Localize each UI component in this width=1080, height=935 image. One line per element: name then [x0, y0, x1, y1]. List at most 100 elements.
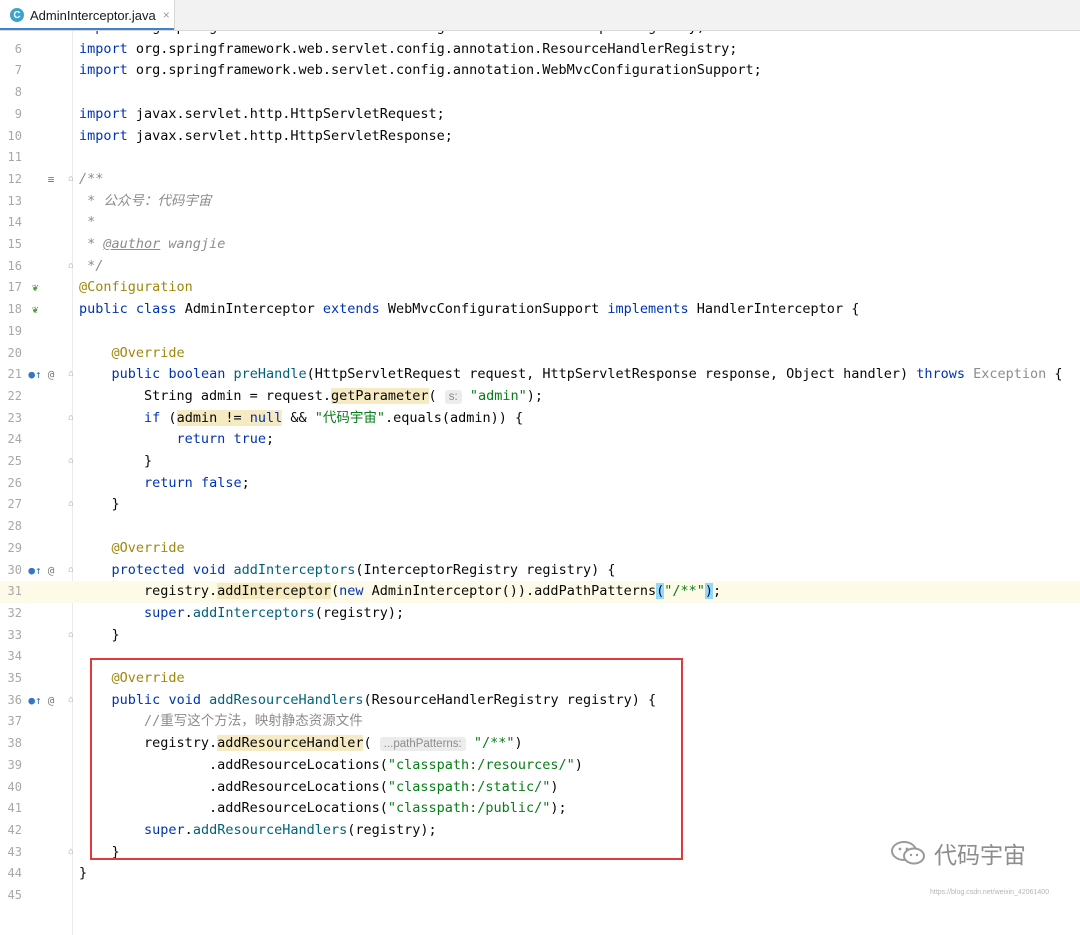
line-number: 32 — [7, 605, 22, 620]
line-number: 15 — [7, 237, 22, 251]
code-line[interactable]: 11 — [0, 147, 1080, 169]
code-line[interactable]: 22 String admin = request.getParameter( … — [0, 386, 1080, 408]
watermark-text: 代码宇宙 — [934, 842, 1026, 868]
code-line[interactable]: 45 — [0, 885, 1080, 907]
fold-toggle-icon[interactable]: ⌂ — [66, 408, 76, 430]
code-text: } — [79, 453, 153, 469]
code-line[interactable]: 29 @Override — [0, 538, 1080, 560]
code-text: */ — [79, 257, 104, 274]
line-number: 24 — [7, 432, 22, 447]
annotation-marker-icon[interactable]: @ — [44, 560, 58, 582]
code-text: } — [79, 496, 120, 513]
code-text: import javax.servlet.http.HttpServletReq… — [79, 105, 445, 122]
code-line[interactable]: 27 ⌂ } — [0, 494, 1080, 516]
tab-filename: AdminInterceptor.java — [30, 7, 156, 23]
code-line[interactable]: 8 — [0, 82, 1080, 104]
code-line[interactable]: 10 import javax.servlet.http.HttpServletR… — [0, 126, 1080, 148]
line-number: 5 — [0, 31, 22, 39]
code-line[interactable]: 26 return false; — [0, 473, 1080, 495]
fold-toggle-icon[interactable]: ⌂ — [66, 560, 76, 582]
fold-toggle-icon[interactable]: ⌂ — [66, 256, 76, 278]
code-line[interactable]: 18 ❦ public class AdminInterceptor extends… — [0, 299, 1080, 321]
code-editor[interactable]: 5 import org.springframework.web.servlet.… — [0, 31, 1080, 935]
code-line[interactable]: 7 import org.springframework.web.servlet.… — [0, 60, 1080, 82]
line-number: 8 — [14, 85, 22, 100]
line-number: 43 — [7, 844, 22, 859]
code-text: return true; — [176, 431, 275, 448]
fold-toggle-icon[interactable]: ⌂ — [66, 169, 76, 191]
code-text: protected void addInterceptors(Intercept… — [111, 561, 616, 578]
line-number: 9 — [14, 106, 22, 121]
code-line[interactable]: 15 * @author wangjie — [0, 234, 1080, 256]
code-line[interactable]: 9 import javax.servlet.http.HttpServletRe… — [0, 104, 1080, 126]
code-line[interactable]: 30 ●↑ @ ⌂ protected void addInterceptors(In… — [0, 560, 1080, 582]
line-number: 20 — [7, 345, 22, 360]
line-number: 12 — [7, 171, 22, 186]
code-line[interactable]: 19 — [0, 321, 1080, 343]
override-marker-icon[interactable]: ●↑ — [28, 364, 42, 386]
code-line[interactable]: 14 * — [0, 212, 1080, 234]
code-text: if (admin != null && "代码宇宙".equals(admin… — [144, 409, 524, 426]
line-number: 7 — [14, 63, 22, 78]
doc-comment-icon[interactable]: ≡ — [44, 169, 58, 191]
highlight-box — [90, 658, 683, 860]
code-text: import org.springframework.web.servlet.c… — [79, 40, 738, 57]
fold-toggle-icon[interactable]: ⌂ — [66, 364, 76, 386]
line-number: 11 — [7, 150, 22, 165]
line-number: 13 — [7, 193, 22, 208]
line-number: 33 — [7, 627, 22, 642]
spring-bean-icon[interactable]: ❦ — [28, 299, 42, 321]
code-line[interactable]: 23 ⌂ if (admin != null && "代码宇宙".equals(a… — [0, 408, 1080, 430]
code-text: registry.addInterceptor(new AdminInterce… — [79, 583, 722, 600]
editor-tab-bar: C AdminInterceptor.java × — [0, 0, 1080, 31]
code-text: import javax.servlet.http.HttpServletRes… — [79, 127, 453, 144]
active-tab-indicator — [0, 28, 174, 30]
line-number: 30 — [7, 562, 22, 577]
line-number: 45 — [7, 888, 22, 902]
code-text: } — [79, 865, 88, 882]
code-line[interactable]: 28 — [0, 516, 1080, 538]
line-number: 25 — [7, 454, 22, 468]
code-text: @Override — [111, 539, 185, 556]
fold-toggle-icon[interactable]: ⌂ — [66, 842, 76, 864]
line-number: 39 — [7, 757, 22, 772]
code-line[interactable]: 32 super.addInterceptors(registry); — [0, 603, 1080, 625]
override-marker-icon[interactable]: ●↑ — [28, 690, 42, 712]
annotation-marker-icon[interactable]: @ — [44, 690, 58, 712]
code-line[interactable]: 17 ❦ @Configuration — [0, 277, 1080, 299]
code-line[interactable]: 24 return true; — [0, 429, 1080, 451]
code-text: * — [79, 214, 96, 231]
line-number: 40 — [7, 779, 22, 794]
code-line[interactable]: 31 registry.addInterceptor(new AdminInte… — [0, 581, 1080, 603]
code-line[interactable]: 16 ⌂ */ — [0, 256, 1080, 278]
code-line[interactable]: 6 import org.springframework.web.servlet.… — [0, 39, 1080, 61]
line-number: 19 — [7, 323, 22, 338]
code-line[interactable]: 12 ≡ ⌂/** — [0, 169, 1080, 191]
line-number: 28 — [7, 519, 22, 534]
code-line[interactable]: 13 * 公众号：代码宇宙 — [0, 191, 1080, 213]
code-line[interactable]: 33 ⌂ } — [0, 625, 1080, 647]
line-number: 29 — [7, 540, 22, 555]
spring-bean-icon[interactable]: ❦ — [28, 277, 42, 299]
line-number: 22 — [7, 388, 22, 403]
file-tab[interactable]: C AdminInterceptor.java × — [0, 0, 175, 30]
code-text: return false; — [144, 474, 250, 491]
code-text: @Configuration — [79, 279, 193, 296]
line-number: 10 — [7, 128, 22, 143]
fold-toggle-icon[interactable]: ⌂ — [66, 690, 76, 712]
fold-toggle-icon[interactable]: ⌂ — [66, 494, 76, 516]
code-text: public boolean preHandle(HttpServletRequ… — [111, 366, 1063, 383]
code-line[interactable]: 20 @Override — [0, 343, 1080, 365]
code-text: import org.springframework.web.servlet.c… — [79, 31, 705, 39]
override-marker-icon[interactable]: ●↑ — [28, 560, 42, 582]
annotation-marker-icon[interactable]: @ — [44, 364, 58, 386]
line-number: 44 — [7, 866, 22, 881]
fold-toggle-icon[interactable]: ⌂ — [66, 451, 76, 473]
code-line[interactable]: 5 import org.springframework.web.servlet.… — [0, 31, 1080, 39]
fold-toggle-icon[interactable]: ⌂ — [66, 625, 76, 647]
code-line[interactable]: 25 ⌂ } — [0, 451, 1080, 473]
code-text: super.addInterceptors(registry); — [144, 604, 405, 621]
watermark-url: https://blog.csdn.net/weixin_42061400 — [930, 889, 1050, 896]
close-tab-icon[interactable]: × — [163, 8, 170, 22]
code-line[interactable]: 21 ●↑ @ ⌂ public boolean preHandle(HttpServ… — [0, 364, 1080, 386]
